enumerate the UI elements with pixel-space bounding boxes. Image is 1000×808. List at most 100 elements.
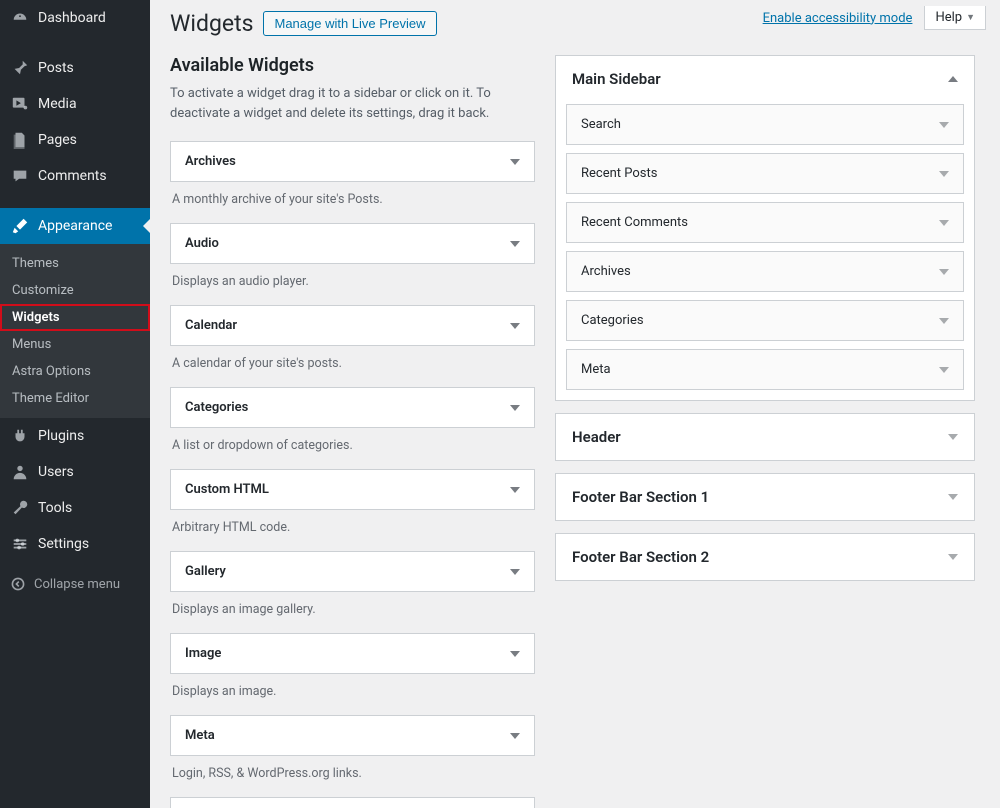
- area-widget-archives[interactable]: Archives: [566, 251, 964, 292]
- chevron-down-icon: [510, 487, 520, 493]
- widget-archives[interactable]: Archives: [170, 141, 535, 182]
- area-header-footer-bar-1[interactable]: Footer Bar Section 1: [556, 474, 974, 520]
- submenu-menus[interactable]: Menus: [0, 331, 150, 358]
- menu-tools[interactable]: Tools: [0, 490, 150, 526]
- menu-label: Pages: [38, 132, 77, 148]
- brush-icon: [10, 216, 30, 236]
- submenu-appearance: Themes Customize Widgets Menus Astra Opt…: [0, 244, 150, 418]
- chevron-down-icon: [948, 494, 958, 500]
- widget-desc: Displays an image.: [172, 684, 533, 699]
- chevron-down-icon: [939, 220, 949, 226]
- manage-live-preview-button[interactable]: Manage with Live Preview: [263, 11, 436, 36]
- menu-settings[interactable]: Settings: [0, 526, 150, 562]
- area-widget-label: Recent Posts: [581, 166, 657, 181]
- chevron-down-icon: [939, 122, 949, 128]
- widget-label: Archives: [185, 154, 236, 169]
- widget-label: Meta: [185, 728, 215, 743]
- chevron-down-icon: [510, 733, 520, 739]
- menu-pages[interactable]: Pages: [0, 122, 150, 158]
- widget-categories[interactable]: Categories: [170, 387, 535, 428]
- menu-label: Users: [38, 464, 74, 480]
- menu-label: Comments: [38, 168, 107, 184]
- area-widget-search[interactable]: Search: [566, 104, 964, 145]
- chevron-down-icon: [510, 159, 520, 165]
- widget-gallery[interactable]: Gallery: [170, 551, 535, 592]
- widget-label: Gallery: [185, 564, 226, 579]
- submenu-astra-options[interactable]: Astra Options: [0, 358, 150, 385]
- area-title: Footer Bar Section 2: [572, 548, 709, 566]
- tools-icon: [10, 498, 30, 518]
- user-icon: [10, 462, 30, 482]
- chevron-down-icon: [510, 241, 520, 247]
- chevron-down-icon: [939, 171, 949, 177]
- submenu-customize[interactable]: Customize: [0, 277, 150, 304]
- area-header-main-sidebar[interactable]: Main Sidebar: [556, 56, 974, 102]
- settings-icon: [10, 534, 30, 554]
- widget-label: Audio: [185, 236, 219, 251]
- area-widget-label: Categories: [581, 313, 644, 328]
- area-footer-bar-2: Footer Bar Section 2: [555, 533, 975, 581]
- submenu-themes[interactable]: Themes: [0, 250, 150, 277]
- chevron-down-icon: [510, 405, 520, 411]
- area-header-footer-bar-2[interactable]: Footer Bar Section 2: [556, 534, 974, 580]
- area-widget-categories[interactable]: Categories: [566, 300, 964, 341]
- top-links: Enable accessibility mode Help ▼: [763, 6, 986, 30]
- widget-areas-column: Main Sidebar Search Recent Posts Recent …: [555, 55, 975, 808]
- chevron-down-icon: [939, 269, 949, 275]
- dashboard-icon: [10, 8, 30, 28]
- menu-label: Dashboard: [38, 10, 106, 26]
- collapse-menu[interactable]: Collapse menu: [0, 568, 150, 600]
- available-widgets-title: Available Widgets: [170, 55, 535, 76]
- menu-plugins[interactable]: Plugins: [0, 418, 150, 454]
- submenu-widgets[interactable]: Widgets: [0, 304, 150, 331]
- collapse-label: Collapse menu: [34, 577, 120, 592]
- menu-users[interactable]: Users: [0, 454, 150, 490]
- menu-media[interactable]: Media: [0, 86, 150, 122]
- area-header: Header: [555, 413, 975, 461]
- menu-posts[interactable]: Posts: [0, 50, 150, 86]
- area-footer-bar-1: Footer Bar Section 1: [555, 473, 975, 521]
- chevron-down-icon: [939, 367, 949, 373]
- area-widget-recent-comments[interactable]: Recent Comments: [566, 202, 964, 243]
- widget-desc: A monthly archive of your site's Posts.: [172, 192, 533, 207]
- widget-label: Image: [185, 646, 221, 661]
- available-widgets-desc: To activate a widget drag it to a sideba…: [170, 84, 530, 123]
- chevron-down-icon: [948, 434, 958, 440]
- page-title: Widgets: [170, 10, 253, 37]
- media-icon: [10, 94, 30, 114]
- widget-desc: A calendar of your site's posts.: [172, 356, 533, 371]
- area-widget-label: Recent Comments: [581, 215, 688, 230]
- help-tab[interactable]: Help ▼: [924, 6, 986, 30]
- area-widget-recent-posts[interactable]: Recent Posts: [566, 153, 964, 194]
- area-widget-label: Search: [581, 117, 621, 132]
- enable-accessibility-link[interactable]: Enable accessibility mode: [763, 11, 913, 26]
- admin-sidebar: Dashboard Posts Media Pages Comments App…: [0, 0, 150, 808]
- area-header-header[interactable]: Header: [556, 414, 974, 460]
- chevron-up-icon: [948, 76, 958, 82]
- pages-icon: [10, 130, 30, 150]
- collapse-icon: [10, 576, 26, 592]
- widget-image[interactable]: Image: [170, 633, 535, 674]
- area-widget-meta[interactable]: Meta: [566, 349, 964, 390]
- submenu-theme-editor[interactable]: Theme Editor: [0, 385, 150, 412]
- widget-desc: A list or dropdown of categories.: [172, 438, 533, 453]
- menu-label: Posts: [38, 60, 74, 76]
- chevron-down-icon: [939, 318, 949, 324]
- area-main-sidebar: Main Sidebar Search Recent Posts Recent …: [555, 55, 975, 401]
- widget-custom-html[interactable]: Custom HTML: [170, 469, 535, 510]
- available-widgets-column: Available Widgets To activate a widget d…: [170, 55, 535, 808]
- widget-meta[interactable]: Meta: [170, 715, 535, 756]
- menu-comments[interactable]: Comments: [0, 158, 150, 194]
- area-widget-label: Meta: [581, 362, 611, 377]
- widget-navigation-menu[interactable]: Navigation Menu: [170, 797, 535, 808]
- chevron-down-icon: [510, 323, 520, 329]
- widget-audio[interactable]: Audio: [170, 223, 535, 264]
- chevron-down-icon: [948, 554, 958, 560]
- menu-appearance[interactable]: Appearance: [0, 208, 150, 244]
- widget-calendar[interactable]: Calendar: [170, 305, 535, 346]
- widget-label: Custom HTML: [185, 482, 269, 497]
- menu-label: Media: [38, 96, 77, 112]
- menu-label: Tools: [38, 500, 72, 516]
- widget-desc: Displays an image gallery.: [172, 602, 533, 617]
- menu-dashboard[interactable]: Dashboard: [0, 0, 150, 36]
